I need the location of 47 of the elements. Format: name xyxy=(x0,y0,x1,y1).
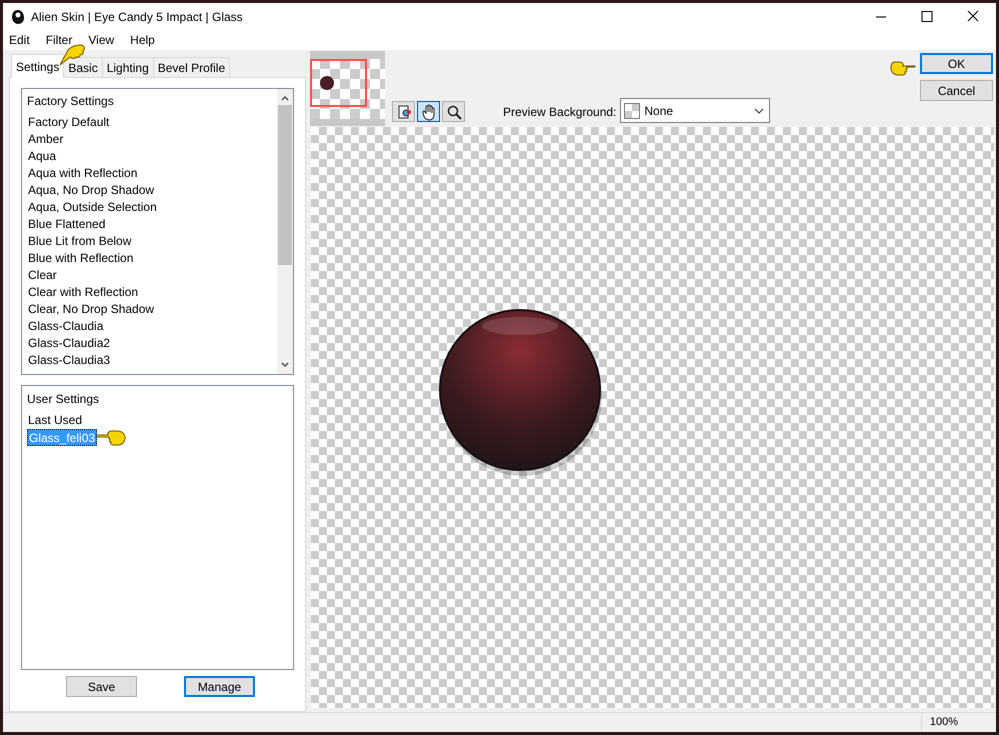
tab[interactable]: Settings xyxy=(11,54,64,78)
preset-item[interactable]: Factory Default xyxy=(27,114,110,131)
sphere-thumbnail xyxy=(320,76,334,90)
cancel-button[interactable]: Cancel xyxy=(920,80,993,101)
zoom-level: 100% xyxy=(920,714,958,731)
checker-swatch-icon xyxy=(624,102,640,118)
tool-button[interactable] xyxy=(392,101,415,122)
tab[interactable]: Lighting xyxy=(102,57,154,77)
preset-item[interactable]: Aqua with Reflection xyxy=(27,165,138,182)
manage-button[interactable]: Manage xyxy=(184,676,255,697)
preset-item[interactable]: Clear with Reflection xyxy=(27,284,140,301)
app-icon xyxy=(11,8,25,24)
preset-item[interactable]: Glass-Claudia3 xyxy=(27,352,112,369)
tool-button[interactable] xyxy=(417,101,440,122)
preset-item[interactable]: Blue with Reflection xyxy=(27,250,134,267)
ok-button[interactable]: OK xyxy=(920,53,993,74)
preset-item[interactable]: Aqua, Outside Selection xyxy=(27,199,158,216)
dropdown-value: None xyxy=(644,102,674,120)
preset-item[interactable]: Aqua, No Drop Shadow xyxy=(27,182,156,199)
scroll-thumb[interactable] xyxy=(278,105,292,265)
tool-button[interactable] xyxy=(442,101,465,122)
preset-item[interactable]: Glass-Claudia xyxy=(27,318,104,335)
preset-item[interactable]: Glass-Claudia2 xyxy=(27,335,112,352)
preview-background-dropdown[interactable]: None xyxy=(620,98,770,123)
save-button[interactable]: Save xyxy=(66,676,137,697)
preset-item[interactable]: Aqua xyxy=(27,148,58,165)
scrollbar[interactable] xyxy=(277,89,293,374)
view-frame[interactable] xyxy=(310,58,367,106)
menu-item[interactable]: Filter xyxy=(46,31,72,49)
tab[interactable]: Bevel Profile xyxy=(152,57,230,77)
preview-canvas[interactable] xyxy=(311,127,994,708)
preset-item[interactable]: Clear xyxy=(27,267,58,284)
window-title: Alien Skin | Eye Candy 5 Impact | Glass xyxy=(31,8,243,26)
list-header: Factory Settings xyxy=(27,93,115,110)
preset-item[interactable]: Clear, No Drop Shadow xyxy=(27,301,156,318)
menu-item[interactable]: View xyxy=(88,31,114,49)
hand-icon xyxy=(420,102,438,120)
navigator-panel[interactable] xyxy=(310,51,385,126)
menu-item[interactable]: Help xyxy=(130,31,155,49)
preview-background-label: Preview Background: xyxy=(503,104,616,121)
preset-item[interactable]: Amber xyxy=(27,131,64,148)
chevron-down-icon xyxy=(754,106,764,114)
list-header: User Settings xyxy=(27,391,100,408)
menu-item[interactable]: Edit xyxy=(9,31,30,49)
preset-item[interactable]: Blue Flattened xyxy=(27,216,106,233)
preset-item[interactable]: Blue Lit from Below xyxy=(27,233,132,250)
preset-item[interactable]: Last Used xyxy=(27,412,84,429)
